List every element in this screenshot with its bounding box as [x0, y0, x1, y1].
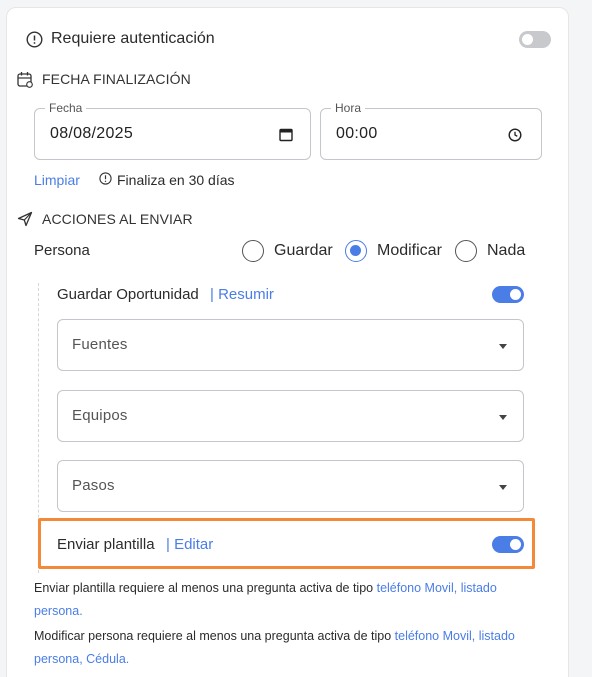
note2-link-cedula[interactable]: Cédula	[86, 652, 126, 666]
radio-modificar-label: Modificar	[377, 242, 442, 259]
persona-label: Persona	[34, 242, 90, 259]
radio-guardar-label: Guardar	[274, 242, 333, 259]
fecha-section-title: FECHA FINALIZACIÓN	[42, 71, 191, 87]
calendar-picker-icon[interactable]	[279, 128, 293, 142]
radio-nada-label: Nada	[487, 242, 526, 259]
note2-link-telefono[interactable]: teléfono Movil	[395, 629, 472, 643]
editar-link[interactable]: | Editar	[166, 536, 213, 553]
clear-date-link[interactable]: Limpiar	[34, 172, 80, 188]
fuentes-select[interactable]: Fuentes	[57, 319, 524, 371]
auth-label: Requiere autenticación	[51, 30, 215, 47]
time-legend: Hora	[331, 101, 366, 115]
equipos-select-label: Equipos	[72, 407, 128, 424]
info-icon	[99, 172, 112, 185]
guardar-oportunidad-label: Guardar Oportunidad	[57, 286, 199, 303]
note1-link-telefono[interactable]: teléfono Movil	[377, 581, 454, 595]
time-value[interactable]: 00:00	[336, 125, 378, 143]
time-field[interactable]: Hora 00:00	[320, 101, 542, 160]
date-legend: Fecha	[45, 101, 87, 115]
equipos-select[interactable]: Equipos	[57, 390, 524, 442]
pasos-select-label: Pasos	[72, 477, 115, 494]
note-enviar-plantilla: Enviar plantilla requiere al menos una p…	[34, 581, 497, 618]
expiry-info: Finaliza en 30 días	[117, 172, 235, 188]
info-alert-icon	[26, 31, 43, 48]
enviar-plantilla-toggle[interactable]	[492, 536, 524, 553]
guardar-oportunidad-toggle[interactable]	[492, 286, 524, 303]
chevron-down-icon	[499, 415, 507, 420]
radio-modificar[interactable]	[345, 240, 367, 262]
date-value[interactable]: 08/08/2025	[50, 125, 133, 143]
note-modificar-persona: Modificar persona requiere al menos una …	[34, 629, 515, 666]
pasos-select[interactable]: Pasos	[57, 460, 524, 512]
radio-guardar[interactable]	[242, 240, 264, 262]
auth-toggle[interactable]	[519, 31, 551, 48]
enviar-plantilla-label: Enviar plantilla	[57, 536, 155, 553]
auth-row: Requiere autenticación	[26, 29, 552, 51]
chevron-down-icon	[499, 344, 507, 349]
note1-text: Enviar plantilla requiere al menos una p…	[34, 581, 374, 595]
radio-nada[interactable]	[455, 240, 477, 262]
chevron-down-icon	[499, 485, 507, 490]
fuentes-select-label: Fuentes	[72, 336, 128, 353]
note2-text: Modificar persona requiere al menos una …	[34, 629, 392, 643]
calendar-icon	[17, 72, 33, 88]
date-field[interactable]: Fecha 08/08/2025	[34, 101, 311, 160]
send-icon	[17, 211, 33, 227]
resumir-link[interactable]: | Resumir	[210, 286, 274, 303]
clock-icon[interactable]	[508, 128, 522, 142]
acciones-section-title: ACCIONES AL ENVIAR	[42, 211, 193, 227]
